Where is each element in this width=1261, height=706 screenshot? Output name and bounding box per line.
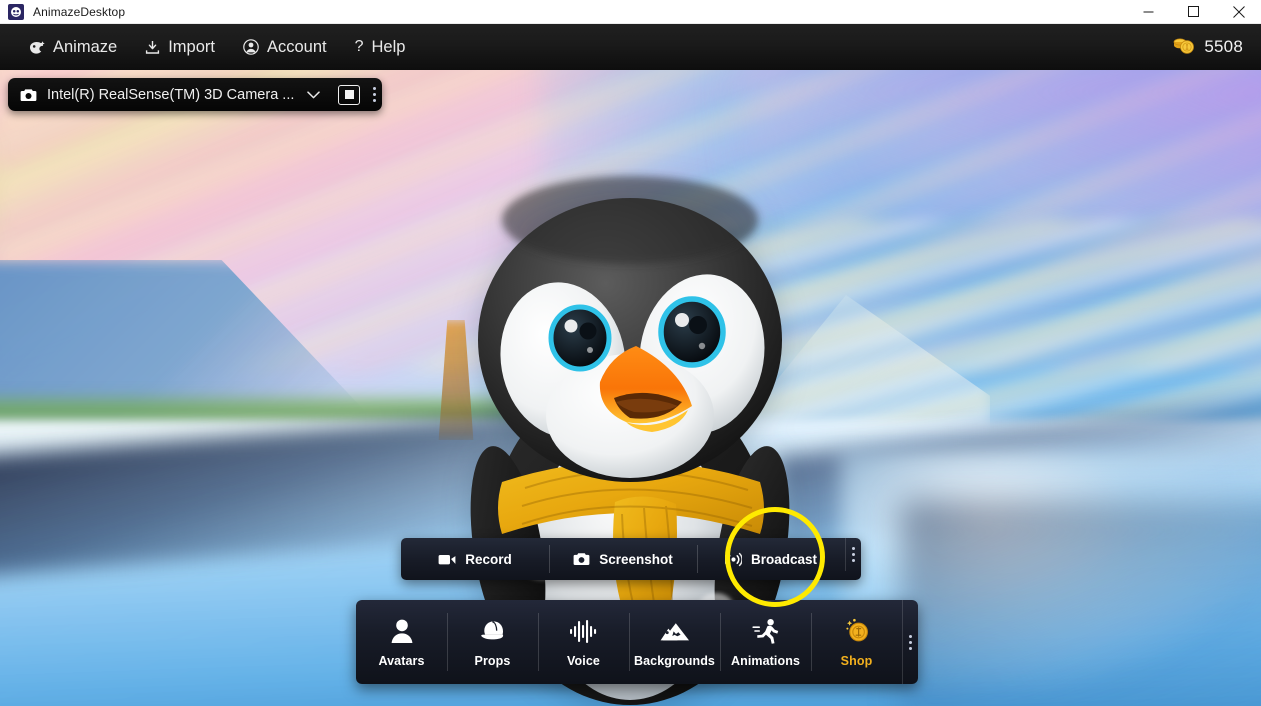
waveform-icon xyxy=(569,617,599,645)
close-icon[interactable] xyxy=(1216,0,1261,24)
minimize-icon[interactable] xyxy=(1126,0,1171,24)
nav-item-avatars-label: Avatars xyxy=(378,653,425,668)
cap-icon xyxy=(479,617,507,645)
nav-item-voice[interactable]: Voice xyxy=(538,600,629,684)
camera-overflow-menu-icon[interactable] xyxy=(366,78,382,111)
nav-item-props-label: Props xyxy=(474,653,511,668)
dot xyxy=(909,634,912,638)
dot xyxy=(909,646,912,650)
import-icon xyxy=(145,40,160,55)
chevron-down-icon[interactable] xyxy=(302,83,324,107)
nav-item-shop[interactable]: Shop xyxy=(811,600,902,684)
screenshot-button-label: Screenshot xyxy=(599,551,673,567)
capture-toolbar: Record Screenshot Broadcast xyxy=(401,538,861,580)
coins-icon xyxy=(1172,35,1196,60)
nav-item-voice-label: Voice xyxy=(567,653,600,668)
dot xyxy=(852,553,855,556)
maximize-icon[interactable] xyxy=(1171,0,1216,24)
menu-item-account-label: Account xyxy=(266,37,327,56)
menu-item-animaze[interactable]: Animaze xyxy=(14,24,131,70)
broadcast-button[interactable]: Broadcast xyxy=(697,538,845,580)
account-icon xyxy=(243,39,259,55)
nav-overflow-menu-icon[interactable] xyxy=(902,600,918,684)
dot xyxy=(852,559,855,562)
person-icon xyxy=(390,617,414,645)
nav-item-props[interactable]: Props xyxy=(447,600,538,684)
window-title: AnimazeDesktop xyxy=(33,4,126,19)
broadcast-icon xyxy=(724,551,742,568)
menu-item-import-label: Import xyxy=(168,37,215,56)
camera-icon xyxy=(573,552,590,566)
nav-item-animations[interactable]: Animations xyxy=(720,600,811,684)
coin-balance[interactable]: 5508 xyxy=(1172,35,1261,60)
menu-item-account[interactable]: Account xyxy=(229,24,341,70)
background-shadow-bottom xyxy=(900,500,1261,706)
animaze-mask-icon xyxy=(28,40,45,55)
dot xyxy=(372,87,376,90)
animaze-desktop-window: AnimazeDesktop Animaze Import Account ? … xyxy=(0,0,1261,706)
menu-item-help-label: Help xyxy=(371,37,406,56)
video-camera-icon xyxy=(438,553,456,566)
broadcast-button-label: Broadcast xyxy=(750,551,818,567)
bottom-navigation-bar: Avatars Props Voice Backgrounds Animatio… xyxy=(356,600,918,684)
running-person-icon xyxy=(751,617,780,645)
window-titlebar: AnimazeDesktop xyxy=(0,0,1261,24)
camera-source-bar: Intel(R) RealSense(TM) 3D Camera ... xyxy=(8,78,383,111)
nav-item-shop-label: Shop xyxy=(840,653,873,668)
capture-overflow-menu-icon[interactable] xyxy=(845,538,861,571)
dot xyxy=(909,640,912,644)
coin-balance-value: 5508 xyxy=(1204,37,1243,56)
record-button-label: Record xyxy=(465,551,512,567)
fullscreen-icon[interactable] xyxy=(338,84,361,105)
dot xyxy=(372,99,376,102)
animaze-face-icon xyxy=(8,3,24,20)
menu-item-help[interactable]: ? Help xyxy=(341,24,420,70)
record-button[interactable]: Record xyxy=(401,538,549,580)
nav-item-backgrounds-label: Backgrounds xyxy=(634,653,715,668)
question-mark-icon: ? xyxy=(354,38,364,55)
app-menubar: Animaze Import Account ? Help 5508 xyxy=(0,24,1261,70)
nav-item-avatars[interactable]: Avatars xyxy=(356,600,447,684)
menu-item-animaze-label: Animaze xyxy=(53,37,118,56)
nav-item-animations-label: Animations xyxy=(730,653,801,668)
dot xyxy=(852,547,855,550)
camera-source-label[interactable]: Intel(R) RealSense(TM) 3D Camera ... xyxy=(47,87,294,103)
menu-item-import[interactable]: Import xyxy=(131,24,229,70)
fullscreen-icon-inner xyxy=(344,90,354,99)
gold-coin-icon xyxy=(843,617,871,645)
camera-icon[interactable] xyxy=(18,85,38,105)
dot xyxy=(372,93,376,96)
mountains-icon xyxy=(660,617,690,645)
screenshot-button[interactable]: Screenshot xyxy=(549,538,697,580)
nav-item-backgrounds[interactable]: Backgrounds xyxy=(629,600,720,684)
